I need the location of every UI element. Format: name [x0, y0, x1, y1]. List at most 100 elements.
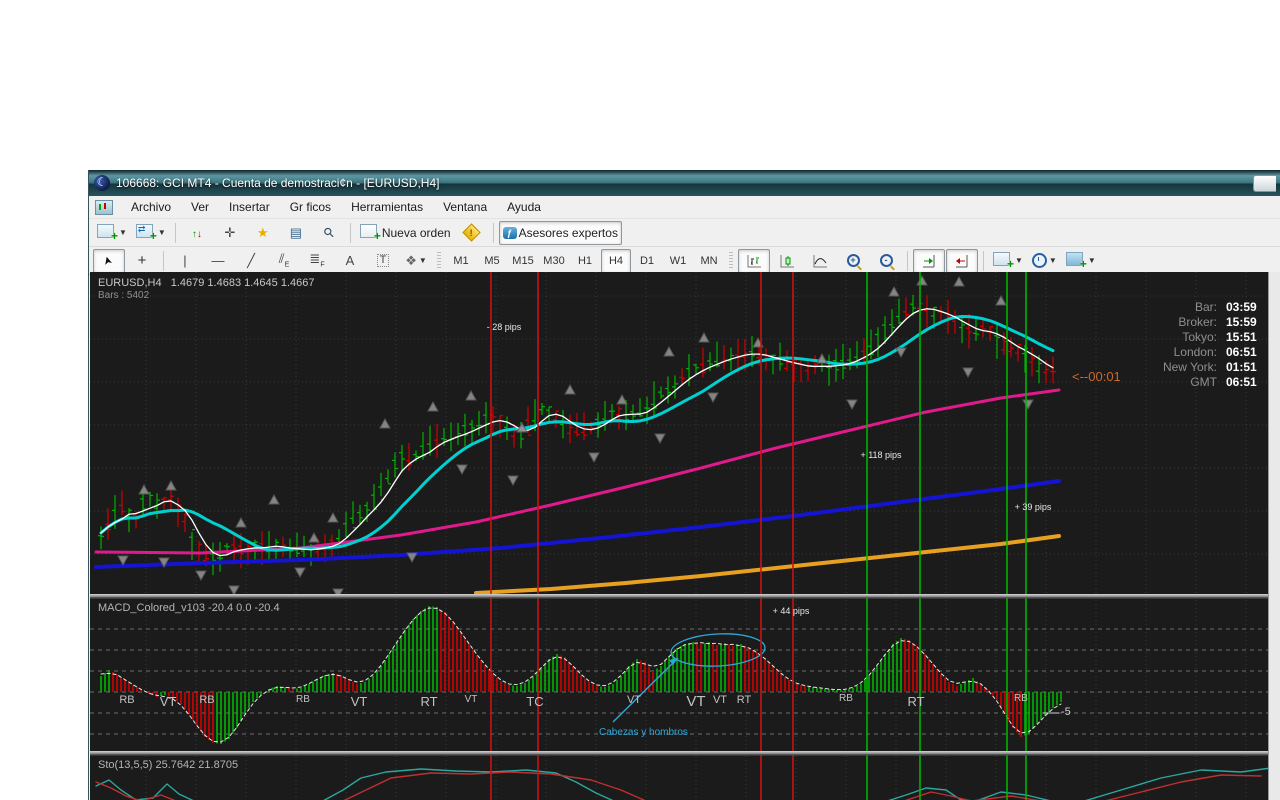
up-arrow-marker [166, 481, 176, 490]
down-arrow-marker [589, 453, 599, 462]
menu-item-herramientas[interactable]: Herramientas [341, 198, 433, 216]
down-arrow-marker [708, 393, 718, 402]
window-control-button[interactable] [1253, 175, 1276, 192]
text-label-icon: T [377, 254, 390, 267]
clock-value: 06:51 [1226, 375, 1266, 389]
macd-signal-label-rb: RB [1014, 693, 1028, 704]
clock-label: Bar: [1195, 300, 1217, 314]
up-arrow-marker [269, 495, 279, 504]
vertical-line-tool-button[interactable]: | [169, 249, 201, 273]
panel-separator[interactable] [90, 594, 1269, 596]
macd-indicator-label: MACD_Colored_v103 -20.4 0.0 -20.4 [98, 602, 280, 614]
macd-signal-label-rb: RB [296, 694, 310, 705]
toolbar-grip[interactable] [729, 252, 733, 270]
market-watch-button[interactable]: ↑↓ [181, 221, 213, 245]
timeframe-button-w1[interactable]: W1 [663, 249, 693, 273]
down-arrow-marker [1023, 400, 1033, 409]
data-window-button[interactable]: ✛ [214, 221, 246, 245]
auto-scroll-button[interactable] [913, 249, 945, 273]
chart-canvas[interactable] [90, 272, 1280, 800]
chart-area[interactable]: EURUSD,H4 1.4679 1.4683 1.4645 1.4667 Ba… [90, 272, 1280, 800]
window-right-frame [1268, 272, 1280, 800]
navigator-button[interactable]: ★ [247, 221, 279, 245]
cursor-tool-button[interactable]: ➤ [93, 249, 125, 273]
menu-item-archivo[interactable]: Archivo [121, 198, 181, 216]
profiles-button[interactable]: ▼ [132, 221, 170, 245]
new-order-button[interactable]: Nueva orden [356, 221, 455, 245]
clock-value: 15:59 [1226, 315, 1266, 329]
macd-signal-label-rb: RB [199, 694, 214, 706]
macd-level-label: -5 [1061, 706, 1071, 718]
standard-toolbar: ▼ ▼ ↑↓ ✛ ★ ▤ ⚲ Nueva orden ! ƒAsesores e… [89, 219, 1280, 247]
chevron-down-icon: ▼ [1088, 256, 1096, 265]
alert-button[interactable]: ! [456, 221, 488, 245]
timeframe-button-h1[interactable]: H1 [570, 249, 600, 273]
fibonacci-icon: ≣F [309, 252, 324, 269]
panel-separator[interactable] [90, 754, 1269, 756]
horizontal-line-tool-button[interactable]: — [202, 249, 234, 273]
chevron-down-icon: ▼ [1049, 256, 1057, 265]
panel-separator[interactable] [90, 751, 1269, 753]
terminal-button[interactable]: ▤ [280, 221, 312, 245]
timeframe-button-m30[interactable]: M30 [539, 249, 569, 273]
menu-item-gr-ficos[interactable]: Gr ficos [280, 198, 341, 216]
menu-item-insertar[interactable]: Insertar [219, 198, 280, 216]
timeframe-button-m15[interactable]: M15 [508, 249, 538, 273]
clock-label: GMT [1190, 375, 1217, 389]
text-tool-button[interactable]: A [334, 249, 366, 273]
clock-value: 06:51 [1226, 345, 1266, 359]
down-arrow-marker [896, 348, 906, 357]
strategy-tester-button[interactable]: ⚲ [313, 221, 345, 245]
arrows-shapes-icon: ❖ [405, 254, 417, 267]
fibonacci-tool-button[interactable]: ≣F [301, 249, 333, 273]
chart-window-icon[interactable] [95, 200, 113, 215]
timeframe-button-m1[interactable]: M1 [446, 249, 476, 273]
clock-value: 15:51 [1226, 330, 1266, 344]
macd-signal-label-rb: RB [119, 694, 134, 706]
zoom-out-button[interactable]: - [870, 249, 902, 273]
macd-signal-label-tc: TC [526, 694, 543, 709]
text-label-tool-button[interactable]: T [367, 249, 399, 273]
expert-advisors-label: Asesores expertos [519, 226, 618, 240]
new-chart-button[interactable]: ▼ [93, 221, 131, 245]
macd-signal-label-vt: VT [160, 694, 177, 709]
pips-label: + 44 pips [773, 606, 810, 616]
head-shoulders-annotation: Cabezas y hombros [599, 727, 688, 738]
clock-label: Tokyo: [1182, 330, 1217, 344]
timeframe-group: M1M5M15M30H1H4D1W1MN [446, 249, 724, 273]
toolbar-separator [350, 223, 351, 243]
up-arrow-marker [139, 485, 149, 494]
timeframe-button-m5[interactable]: M5 [477, 249, 507, 273]
menu-item-ventana[interactable]: Ventana [433, 198, 497, 216]
candlestick-chart-button[interactable] [771, 249, 803, 273]
new-order-icon [360, 224, 377, 238]
panel-separator[interactable] [90, 596, 1269, 598]
panel-separator[interactable] [90, 753, 1269, 755]
macd-signal-label-vt: VT [627, 694, 641, 706]
expert-advisors-button[interactable]: ƒAsesores expertos [499, 221, 622, 245]
periods-button[interactable]: ▼ [1028, 249, 1061, 273]
zoom-in-button[interactable]: + [837, 249, 869, 273]
timeframe-button-d1[interactable]: D1 [632, 249, 662, 273]
macd-signal-label-rt: RT [420, 694, 437, 709]
indicators-button[interactable]: ▼ [989, 249, 1027, 273]
clock-value: 03:59 [1226, 300, 1266, 314]
arrows-tool-button[interactable]: ❖▼ [400, 249, 432, 273]
panel-separator[interactable] [90, 597, 1269, 599]
trendline-tool-button[interactable]: ╱ [235, 249, 267, 273]
bar-chart-button[interactable] [738, 249, 770, 273]
chart-shift-button[interactable] [946, 249, 978, 273]
menu-item-ver[interactable]: Ver [181, 198, 219, 216]
title-bar[interactable]: ☾ 106668: GCI MT4 - Cuenta de demostraci… [89, 170, 1280, 196]
timeframe-button-h4[interactable]: H4 [601, 249, 631, 273]
star-icon: ★ [257, 226, 269, 239]
templates-button[interactable]: ▼ [1062, 249, 1100, 273]
macd-signal-label-rb: RB [839, 693, 853, 704]
line-chart-button[interactable] [804, 249, 836, 273]
crosshair-tool-button[interactable]: + [126, 249, 158, 273]
menu-item-ayuda[interactable]: Ayuda [497, 198, 551, 216]
up-arrow-marker [699, 333, 709, 342]
channel-tool-button[interactable]: ⫽E [268, 249, 300, 273]
timeframe-button-mn[interactable]: MN [694, 249, 724, 273]
toolbar-grip[interactable] [437, 252, 441, 270]
